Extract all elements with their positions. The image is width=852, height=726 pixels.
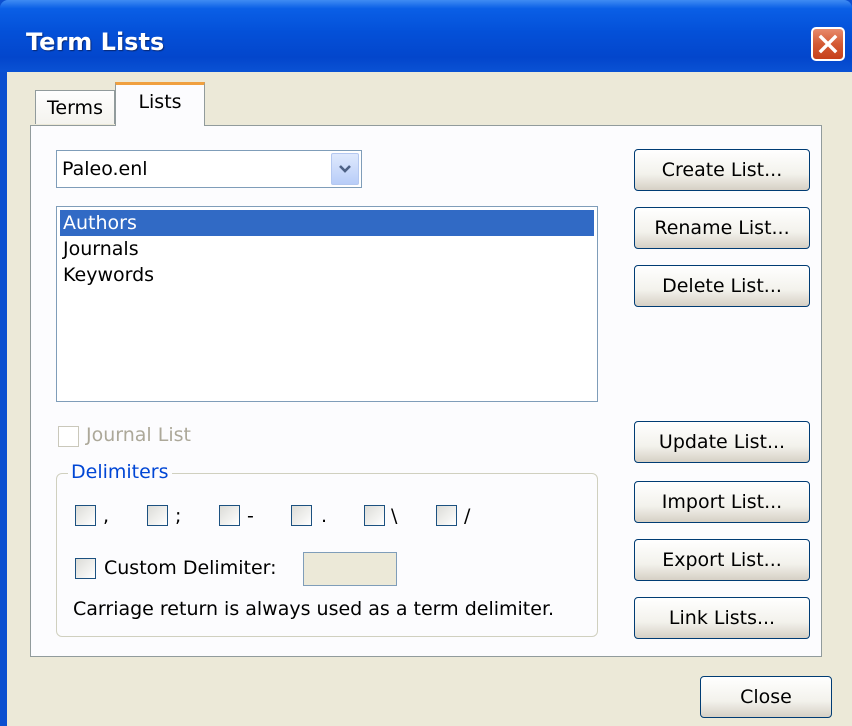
lists-tab-panel: Paleo.enl Authors Journals Keywords Jour… (30, 125, 822, 657)
list-item[interactable]: Authors (60, 210, 594, 236)
dialog-client-area: Terms Lists Paleo.enl Authors Journals K… (7, 72, 852, 726)
delimiter-semicolon-label: ; (175, 505, 182, 527)
library-select-dropdown-button[interactable] (331, 153, 359, 185)
rename-list-button[interactable]: Rename List... (634, 207, 810, 249)
title-bar[interactable]: Term Lists (0, 0, 852, 72)
close-x-icon (818, 34, 838, 54)
delete-list-button[interactable]: Delete List... (634, 265, 810, 307)
custom-delimiter-checkbox[interactable] (75, 558, 96, 579)
delimiter-backslash-label: \ (391, 505, 398, 527)
close-window-button[interactable] (811, 27, 845, 61)
import-list-button[interactable]: Import List... (634, 481, 810, 523)
tab-terms-label: Terms (47, 96, 103, 119)
update-list-button[interactable]: Update List... (634, 421, 810, 463)
term-lists-window: Term Lists Terms Lists Paleo.enl Authors… (0, 0, 852, 726)
library-select-value: Paleo.enl (62, 158, 148, 180)
term-lists-listbox[interactable]: Authors Journals Keywords (56, 206, 598, 402)
list-item[interactable]: Journals (60, 236, 594, 262)
tab-lists-label: Lists (138, 91, 182, 113)
delimiter-slash-checkbox[interactable] (436, 505, 457, 526)
delimiter-comma-checkbox[interactable] (75, 505, 96, 526)
delimiter-hyphen-checkbox[interactable] (219, 505, 240, 526)
delimiter-semicolon-checkbox[interactable] (147, 505, 168, 526)
tab-terms[interactable]: Terms (35, 90, 115, 124)
delimiter-hyphen-label: - (247, 505, 254, 527)
create-list-button[interactable]: Create List... (634, 149, 810, 191)
delimiter-note: Carriage return is always used as a term… (73, 598, 555, 620)
tab-lists[interactable]: Lists (115, 82, 205, 126)
delimiter-period-checkbox[interactable] (291, 505, 312, 526)
delimiter-backslash-checkbox[interactable] (364, 505, 385, 526)
chevron-down-icon (339, 165, 351, 173)
export-list-button[interactable]: Export List... (634, 539, 810, 581)
custom-delimiter-input[interactable] (303, 552, 397, 586)
journal-list-label: Journal List (86, 424, 191, 446)
delimiter-period-label: . (321, 505, 328, 527)
link-lists-button[interactable]: Link Lists... (634, 597, 810, 639)
delimiter-comma-label: , (103, 505, 110, 527)
journal-list-checkbox[interactable] (58, 426, 79, 447)
close-button[interactable]: Close (700, 676, 832, 718)
delimiters-group-title: Delimiters (68, 461, 172, 483)
window-title: Term Lists (26, 28, 165, 56)
delimiters-group: Delimiters , ; - . \ / Custom Delimiter:… (56, 461, 598, 637)
delimiter-slash-label: / (464, 505, 471, 527)
library-select[interactable]: Paleo.enl (56, 150, 362, 188)
list-item[interactable]: Keywords (60, 262, 594, 288)
custom-delimiter-label: Custom Delimiter: (104, 557, 277, 579)
